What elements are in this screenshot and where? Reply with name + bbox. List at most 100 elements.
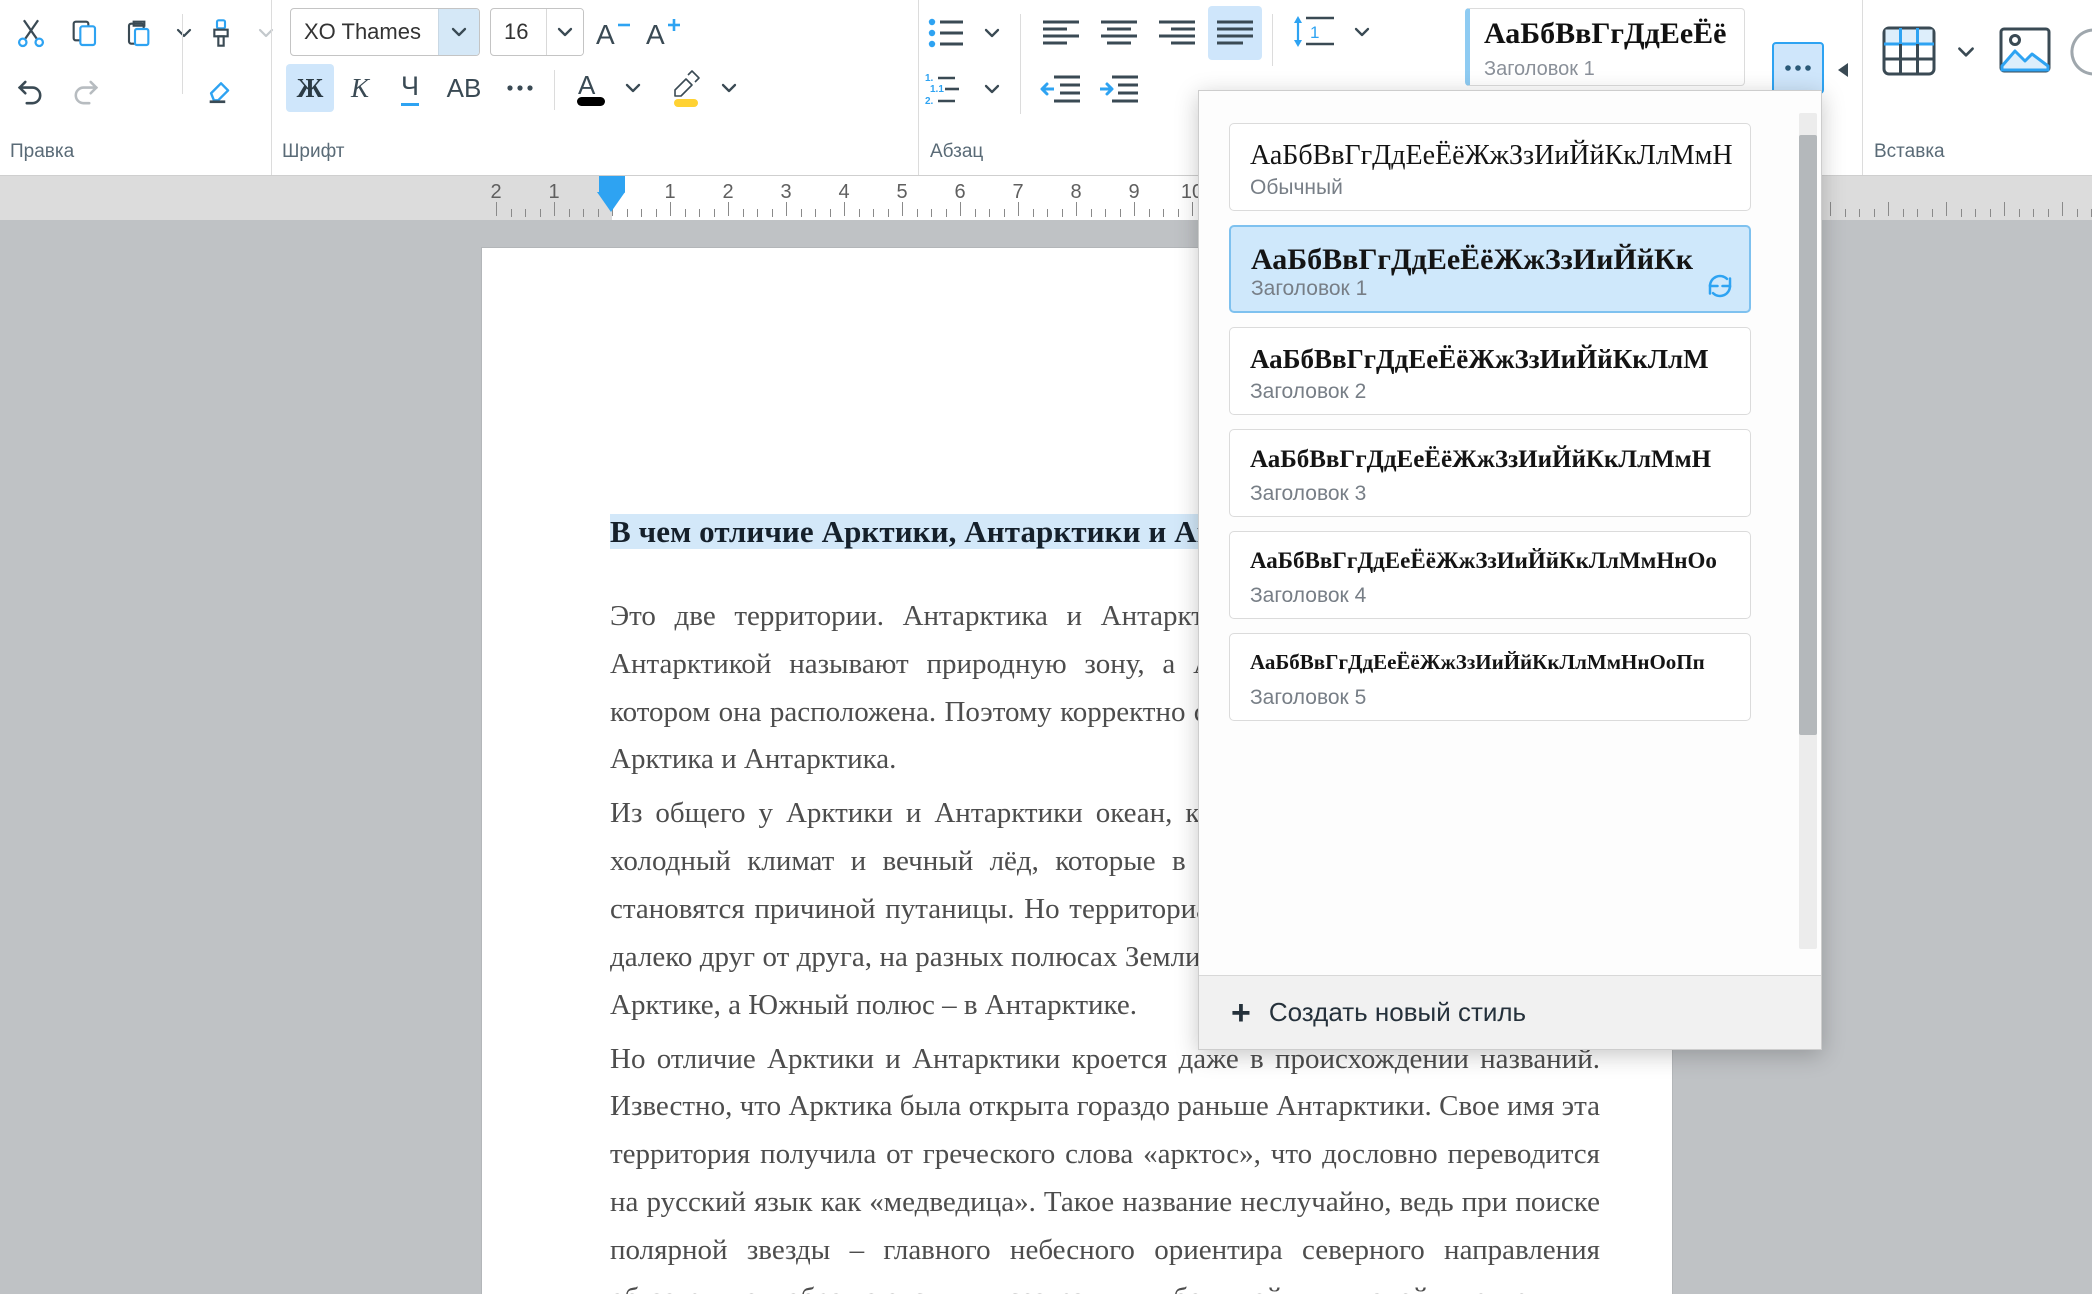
styles-list-scrollbar-track[interactable] bbox=[1799, 113, 1817, 949]
toolbar-group-edit: Правка bbox=[0, 0, 274, 175]
underline-button[interactable]: Ч bbox=[386, 64, 434, 112]
font-family-value[interactable]: XO Thames bbox=[291, 19, 438, 45]
font-size-value[interactable]: 16 bbox=[491, 19, 546, 45]
toolbar-divider bbox=[182, 14, 183, 94]
style-list-item[interactable]: АаБбВвГгДдЕеЁёЖжЗзИиЙйКк Заголовок 1 bbox=[1229, 225, 1751, 313]
bullet-list-icon[interactable] bbox=[920, 8, 974, 58]
ruler-tick bbox=[685, 209, 686, 217]
styles-list-scrollbar-thumb[interactable] bbox=[1799, 135, 1817, 735]
bold-button[interactable]: Ж bbox=[286, 64, 334, 112]
toolbar-group-label-paragraph: Абзац bbox=[930, 141, 984, 162]
style-sample-text: АаБбВвГгДдЕеЁёЖжЗзИиЙйКкЛлМмНнОо bbox=[1250, 548, 1717, 573]
svg-text:1.: 1. bbox=[925, 73, 934, 84]
align-left-icon[interactable] bbox=[1034, 8, 1088, 58]
font-color-chevron-down-icon[interactable] bbox=[616, 62, 650, 114]
ruler-tick bbox=[1917, 209, 1918, 217]
bullet-list-chevron-down-icon[interactable] bbox=[974, 8, 1010, 58]
style-sample-text: АаБбВвГгДдЕеЁёЖжЗзИиЙйКкЛлМмН bbox=[1250, 446, 1712, 473]
align-right-icon[interactable] bbox=[1150, 8, 1204, 58]
ruler-tick bbox=[1120, 209, 1121, 217]
ruler-tick bbox=[1961, 209, 1962, 217]
redo-icon[interactable] bbox=[60, 64, 110, 114]
copy-icon[interactable] bbox=[60, 8, 110, 58]
align-justify-icon[interactable] bbox=[1208, 6, 1262, 60]
ruler-tick bbox=[728, 202, 729, 216]
format-painter-icon[interactable] bbox=[196, 8, 246, 58]
font-family-chevron-down-icon[interactable] bbox=[438, 9, 479, 55]
style-list-item[interactable]: АаБбВвГгДдЕеЁёЖжЗзИиЙйКкЛлМмН Заголовок 3 bbox=[1229, 429, 1751, 517]
shape-icon[interactable] bbox=[2060, 18, 2092, 84]
cut-icon[interactable] bbox=[6, 8, 56, 58]
multilevel-list-icon[interactable]: 1. 1.1 2. bbox=[920, 64, 974, 114]
style-list-item[interactable]: АаБбВвГгДдЕеЁёЖжЗзИиЙйКкЛлМмНнОо Заголово… bbox=[1229, 531, 1751, 619]
ruler-number: 3 bbox=[780, 181, 792, 203]
svg-text:A: A bbox=[596, 19, 615, 50]
ruler-tick bbox=[641, 209, 642, 217]
ruler-number: 5 bbox=[896, 181, 908, 203]
image-icon[interactable] bbox=[1992, 18, 2058, 84]
ruler-tick bbox=[1830, 202, 1831, 216]
increase-font-size-icon[interactable]: A bbox=[640, 8, 688, 56]
font-size-combo[interactable]: 16 bbox=[490, 8, 584, 56]
ruler-tick bbox=[525, 209, 526, 217]
font-family-combo[interactable]: XO Thames bbox=[290, 8, 480, 56]
refresh-style-icon[interactable] bbox=[1705, 271, 1735, 301]
style-gallery-tile-heading1[interactable]: АаБбВвГгДдЕеЁё Заголовок 1 bbox=[1465, 8, 1745, 86]
create-new-style-button[interactable]: + Создать новый стиль bbox=[1199, 975, 1821, 1049]
styles-dropdown-panel[interactable]: АаБбВвГгДдЕеЁёЖжЗзИиЙйКкЛлМмН Обычный АаБб… bbox=[1198, 90, 1822, 1050]
clear-formatting-icon[interactable] bbox=[196, 64, 246, 114]
highlight-color-chevron-down-icon[interactable] bbox=[712, 62, 746, 114]
paste-icon[interactable] bbox=[114, 8, 164, 58]
ruler-tick bbox=[946, 209, 947, 217]
style-name-label: Заголовок 1 bbox=[1251, 277, 1368, 300]
decrease-indent-icon[interactable] bbox=[1034, 64, 1088, 114]
line-spacing-chevron-down-icon[interactable] bbox=[1344, 6, 1380, 58]
toolbar-divider bbox=[1272, 14, 1273, 66]
line-spacing-icon[interactable]: 1 bbox=[1284, 6, 1344, 58]
ruler-tick bbox=[540, 209, 541, 217]
increase-indent-icon[interactable] bbox=[1092, 64, 1146, 114]
table-icon[interactable] bbox=[1876, 18, 1942, 84]
style-gallery-collapse-caret-left-icon[interactable] bbox=[1832, 58, 1854, 82]
ruler-tick bbox=[2077, 209, 2078, 217]
ruler-tick bbox=[1946, 202, 1947, 216]
ruler-number: 1 bbox=[664, 181, 676, 203]
ruler-tick bbox=[1990, 209, 1991, 217]
style-gallery-more-ellipsis-icon[interactable] bbox=[1772, 42, 1824, 94]
italic-button[interactable]: К bbox=[336, 64, 384, 112]
align-center-icon[interactable] bbox=[1092, 8, 1146, 58]
decrease-font-size-icon[interactable]: A bbox=[590, 8, 638, 56]
first-line-indent-triangle-icon[interactable] bbox=[597, 192, 625, 212]
ruler-tick bbox=[975, 209, 976, 217]
toolbar-divider bbox=[554, 70, 555, 110]
style-list-item[interactable]: АаБбВвГгДдЕеЁёЖжЗзИиЙйКкЛлМ Заголовок 2 bbox=[1229, 327, 1751, 415]
font-more-options-ellipsis-icon[interactable] bbox=[496, 64, 544, 112]
ruler-tick bbox=[2033, 209, 2034, 217]
strikeout-button[interactable]: АВ bbox=[436, 64, 492, 112]
first-line-indent-marker[interactable] bbox=[599, 176, 625, 193]
ruler-tick bbox=[859, 209, 860, 217]
ruler-tick bbox=[888, 209, 889, 217]
font-size-chevron-down-icon[interactable] bbox=[546, 9, 583, 55]
style-list-item[interactable]: АаБбВвГгДдЕеЁёЖжЗзИиЙйКкЛлМмН Обычный bbox=[1229, 123, 1751, 211]
font-color-icon[interactable]: A bbox=[566, 62, 616, 114]
toolbar-divider bbox=[1020, 14, 1021, 114]
svg-text:A: A bbox=[578, 70, 596, 100]
ruler-tick bbox=[873, 209, 874, 217]
table-chevron-down-icon[interactable] bbox=[1946, 30, 1986, 74]
ruler-tick bbox=[1845, 209, 1846, 217]
svg-text:2.: 2. bbox=[925, 96, 934, 107]
toolbar-group-label-insert: Вставка bbox=[1874, 141, 1945, 162]
undo-icon[interactable] bbox=[6, 64, 56, 114]
styles-list[interactable]: АаБбВвГгДдЕеЁёЖжЗзИиЙйКкЛлМмН Обычный АаБб… bbox=[1199, 91, 1821, 977]
style-list-item[interactable]: АаБбВвГгДдЕеЁёЖжЗзИиЙйКкЛлМмНнОоПп Заголо… bbox=[1229, 633, 1751, 721]
ruler-tick bbox=[815, 209, 816, 217]
document-paragraph[interactable]: Но отличие Арктики и Антарктики кроется … bbox=[610, 1036, 1600, 1294]
highlight-color-icon[interactable] bbox=[660, 62, 712, 114]
ruler-tick bbox=[2019, 209, 2020, 217]
ruler-tick bbox=[1163, 209, 1164, 217]
ruler-tick bbox=[496, 202, 497, 216]
ruler-number: 9 bbox=[1128, 181, 1140, 203]
multilevel-list-chevron-down-icon[interactable] bbox=[974, 64, 1010, 114]
ruler-tick bbox=[627, 209, 628, 217]
